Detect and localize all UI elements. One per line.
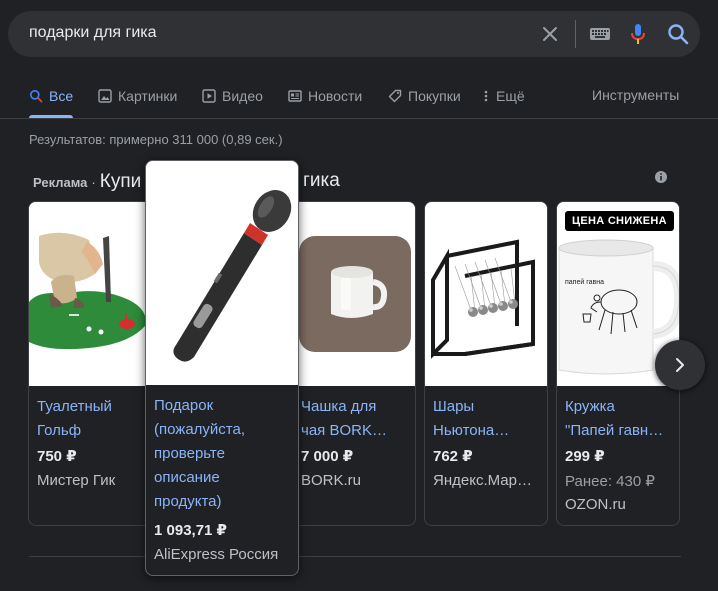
product-title-line: Кружка bbox=[565, 398, 615, 415]
product-title[interactable]: Подарок (пожалуйста, проверьте описание … bbox=[154, 394, 294, 514]
section-divider bbox=[29, 556, 681, 557]
massager-image bbox=[146, 161, 298, 385]
tab-label: Все bbox=[49, 88, 74, 104]
product-title[interactable]: Чашка для чая BORK… bbox=[301, 395, 411, 443]
info-icon[interactable] bbox=[654, 170, 668, 184]
tab-label: Покупки bbox=[408, 88, 461, 104]
tab-images[interactable]: Картинки bbox=[98, 86, 177, 106]
price-drop-badge: ЦЕНА СНИЖЕНА bbox=[565, 211, 674, 231]
tab-label: Видео bbox=[222, 88, 263, 104]
product-card[interactable]: Шары Ньютона… 762 ₽ Яндекс.Мар… bbox=[424, 201, 548, 526]
tag-icon bbox=[388, 89, 402, 103]
bork-mug-image bbox=[293, 202, 415, 386]
product-image[interactable] bbox=[293, 202, 415, 386]
tab-all[interactable]: Все bbox=[29, 86, 73, 106]
product-card[interactable]: Туалетный Гольф 750 ₽ Мистер Гик bbox=[28, 201, 152, 526]
more-vert-icon bbox=[484, 90, 488, 102]
product-price: 1 093,71 ₽ bbox=[154, 522, 227, 539]
product-merchant: AliExpress Россия bbox=[154, 546, 279, 563]
product-merchant: OZON.ru bbox=[565, 496, 626, 513]
tab-shopping[interactable]: Покупки bbox=[388, 86, 461, 106]
tab-label: Картинки bbox=[118, 88, 178, 104]
product-card[interactable]: Чашка для чая BORK… 7 000 ₽ BORK.ru bbox=[292, 201, 416, 526]
video-icon bbox=[202, 89, 216, 103]
product-title-line: описание bbox=[154, 469, 220, 486]
product-image[interactable] bbox=[146, 161, 298, 385]
search-input[interactable]: подарки для гика bbox=[29, 24, 157, 42]
product-price: 7 000 ₽ bbox=[301, 448, 354, 465]
ad-label: Реклама bbox=[33, 175, 88, 190]
product-price: 299 ₽ bbox=[565, 448, 605, 465]
product-title-line: Гольф bbox=[37, 422, 82, 439]
carousel-next-button[interactable] bbox=[655, 340, 705, 390]
product-title[interactable]: Шары Ньютона… bbox=[433, 395, 543, 443]
keyboard-icon[interactable] bbox=[588, 23, 612, 45]
newton-cradle-image bbox=[425, 202, 547, 386]
product-merchant: BORK.ru bbox=[301, 472, 362, 489]
chevron-right-icon bbox=[676, 358, 684, 372]
toilet-golf-image bbox=[29, 202, 151, 386]
product-title-line: проверьте bbox=[154, 445, 225, 462]
product-title-line: Чашка для bbox=[301, 398, 377, 415]
tab-news[interactable]: Новости bbox=[288, 86, 362, 106]
clear-icon[interactable] bbox=[538, 21, 562, 47]
tools-button[interactable]: Инструменты bbox=[592, 87, 679, 103]
tab-label: Ещё bbox=[496, 88, 525, 104]
product-title[interactable]: Кружка "Папей гавн… bbox=[565, 395, 675, 443]
product-title[interactable]: Туалетный Гольф bbox=[37, 395, 147, 443]
product-title-line: продукта) bbox=[154, 493, 222, 510]
tab-more[interactable]: Ещё bbox=[482, 86, 525, 106]
ad-separator: · bbox=[91, 175, 96, 190]
product-merchant: Яндекс.Мар… bbox=[433, 472, 532, 489]
product-title-line: (пожалуйста, bbox=[154, 421, 246, 438]
product-previous-price: Ранее: 430 ₽ bbox=[565, 473, 655, 490]
mug-print-text: папей гавна bbox=[565, 278, 604, 286]
image-icon bbox=[98, 89, 112, 103]
product-title-line: Шары bbox=[433, 398, 475, 415]
search-icon[interactable] bbox=[665, 21, 691, 47]
search-icon bbox=[30, 90, 43, 103]
search-bar-divider bbox=[575, 20, 576, 48]
product-title-line: "Папей гавн… bbox=[565, 422, 664, 439]
ads-header: Реклама · Купи bbox=[33, 171, 141, 193]
product-title-line: Подарок bbox=[154, 397, 214, 414]
ad-title-start: Купи bbox=[99, 171, 142, 192]
product-image[interactable] bbox=[29, 202, 151, 386]
product-title-line: чая BORK… bbox=[301, 422, 387, 439]
ad-title-end: гика bbox=[303, 170, 340, 191]
tabs-divider bbox=[0, 118, 718, 119]
search-bar[interactable]: подарки для гика bbox=[8, 11, 700, 57]
product-price: 762 ₽ bbox=[433, 448, 473, 465]
product-title-line: Ньютона… bbox=[433, 422, 510, 439]
news-icon bbox=[288, 90, 302, 102]
product-merchant: Мистер Гик bbox=[37, 472, 116, 489]
product-card-expanded[interactable]: Подарок (пожалуйста, проверьте описание … bbox=[145, 160, 299, 576]
results-stats: Результатов: примерно 311 000 (0,89 сек.… bbox=[29, 132, 283, 147]
tab-label: Новости bbox=[308, 88, 363, 104]
product-image[interactable] bbox=[425, 202, 547, 386]
tab-video[interactable]: Видео bbox=[202, 86, 263, 106]
product-price: 750 ₽ bbox=[37, 448, 77, 465]
product-title-line: Туалетный bbox=[37, 398, 112, 415]
microphone-icon[interactable] bbox=[626, 21, 650, 47]
